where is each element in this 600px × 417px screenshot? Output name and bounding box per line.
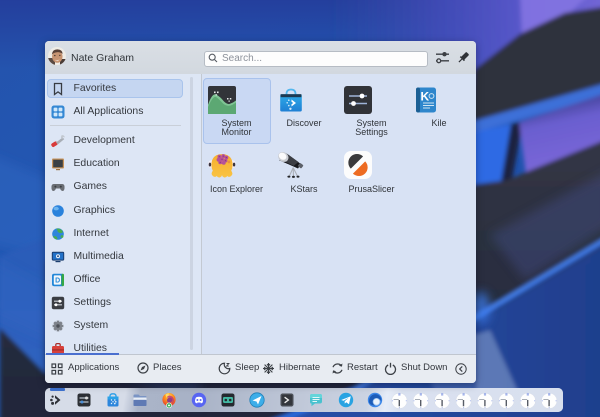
svg-text:D: D bbox=[55, 277, 60, 284]
svg-text:K: K bbox=[420, 89, 429, 103]
